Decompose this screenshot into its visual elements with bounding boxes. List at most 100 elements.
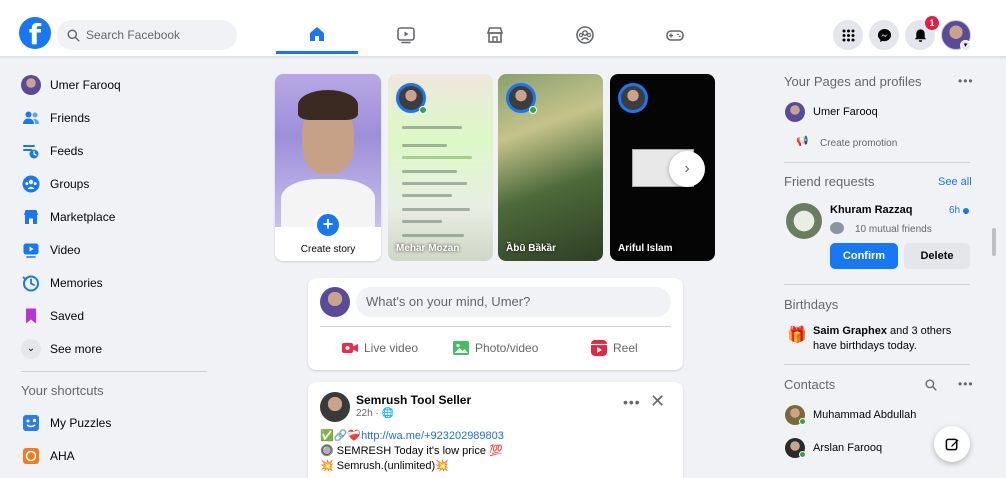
scrollbar-thumb[interactable] bbox=[992, 228, 996, 256]
sidebar-item-label: Memories bbox=[50, 275, 103, 290]
pages-options-icon[interactable]: ••• bbox=[958, 74, 974, 88]
video-tab-icon bbox=[397, 27, 415, 44]
search-icon[interactable] bbox=[925, 379, 937, 391]
sidebar-item-marketplace[interactable]: Marketplace bbox=[14, 200, 214, 233]
sidebar-item-label: Saved bbox=[50, 308, 85, 323]
friends-icon bbox=[23, 111, 39, 124]
new-message-button[interactable] bbox=[934, 426, 970, 462]
grid-menu-icon bbox=[842, 29, 854, 41]
tab-video[interactable] bbox=[365, 16, 447, 54]
home-icon bbox=[310, 26, 324, 41]
post-composer: What's on your mind, Umer? Live video Ph… bbox=[308, 278, 683, 370]
sidebar-item-label: Groups bbox=[50, 176, 90, 191]
chevron-right-icon: › bbox=[684, 160, 690, 177]
facebook-logo[interactable]: f bbox=[19, 17, 51, 49]
sidebar-item-video[interactable]: Video bbox=[14, 233, 214, 266]
reel-button[interactable]: Reel bbox=[590, 336, 638, 360]
notification-badge: 1 bbox=[925, 16, 939, 30]
gift-icon: 🎁 bbox=[787, 327, 807, 344]
post-link[interactable]: http://wa.me/+923202989803 bbox=[361, 430, 504, 442]
sidebar-divider bbox=[21, 371, 207, 372]
sidebar-item-label: Umer Farooq bbox=[50, 77, 121, 92]
post-time[interactable]: 22h bbox=[356, 408, 373, 419]
search-bar[interactable] bbox=[57, 20, 237, 50]
tab-home[interactable] bbox=[276, 16, 358, 54]
sidebar-item-label: My Puzzles bbox=[50, 415, 112, 430]
post-meta: 22h · 🌐 bbox=[356, 408, 394, 419]
sidebar-item-label: Feeds bbox=[50, 143, 84, 158]
tab-groups[interactable] bbox=[544, 16, 626, 54]
friend-requests-heading: Friend requests bbox=[784, 174, 875, 189]
shortcut-aha[interactable]: AHA bbox=[14, 439, 214, 472]
create-story-card[interactable]: + Create story bbox=[275, 74, 381, 261]
story-card[interactable]: Mehar Mozan bbox=[388, 74, 493, 261]
saved-icon bbox=[26, 308, 36, 323]
memories-icon bbox=[22, 275, 39, 291]
contacts-heading: Contacts bbox=[784, 377, 836, 392]
close-icon[interactable]: ✕ bbox=[650, 391, 665, 412]
story-avatar bbox=[618, 83, 648, 113]
shortcut-my-puzzles[interactable]: My Puzzles bbox=[14, 406, 214, 439]
messenger-icon bbox=[877, 28, 891, 42]
mutual-friends-count: 10 mutual friends bbox=[855, 224, 932, 235]
contacts-options-icon[interactable]: ••• bbox=[958, 377, 974, 391]
account-chevron-down-icon[interactable]: ▾ bbox=[960, 40, 971, 51]
globe-icon: · 🌐 bbox=[375, 408, 395, 419]
composer-avatar[interactable] bbox=[320, 287, 350, 317]
video-icon bbox=[23, 243, 39, 258]
online-indicator bbox=[799, 451, 806, 458]
post-line-3: 💥 Semrush.(unlimited)💥 bbox=[320, 460, 449, 472]
sidebar-item-groups[interactable]: Groups bbox=[14, 167, 214, 200]
story-card[interactable]: Ȁbū Bȁkȁr bbox=[498, 74, 603, 261]
request-name[interactable]: Khuram Razzaq bbox=[830, 204, 913, 216]
create-promotion-link[interactable]: Create promotion bbox=[820, 138, 897, 149]
stories-next-button[interactable]: › bbox=[669, 151, 705, 187]
birthday-name[interactable]: Saim Graphex bbox=[813, 325, 887, 337]
marketplace-tab-icon bbox=[486, 27, 504, 43]
plus-icon[interactable]: + bbox=[314, 211, 342, 239]
sidebar-item-profile[interactable]: Umer Farooq bbox=[14, 68, 214, 101]
contact-name[interactable]: Arslan Farooq bbox=[813, 442, 882, 454]
page-name[interactable]: Umer Farooq bbox=[813, 106, 878, 118]
composer-input[interactable]: What's on your mind, Umer? bbox=[356, 287, 671, 317]
request-time: 6h bbox=[949, 205, 961, 216]
messenger-button[interactable] bbox=[869, 20, 899, 50]
story-author-name: Ȁbū Bȁkȁr bbox=[506, 243, 557, 254]
page-avatar[interactable] bbox=[785, 102, 805, 122]
request-avatar[interactable] bbox=[786, 203, 822, 239]
live-video-button[interactable]: Live video bbox=[341, 336, 418, 360]
compose-icon bbox=[945, 438, 959, 450]
reel-icon bbox=[591, 340, 607, 356]
see-all-link[interactable]: See all bbox=[938, 176, 972, 188]
right-divider bbox=[784, 364, 970, 365]
post-author-avatar[interactable] bbox=[320, 392, 350, 422]
sidebar-item-saved[interactable]: Saved bbox=[14, 299, 214, 332]
photo-icon bbox=[453, 341, 469, 355]
delete-button[interactable]: Delete bbox=[904, 243, 970, 269]
sidebar-item-friends[interactable]: Friends bbox=[14, 101, 214, 134]
tab-gaming[interactable] bbox=[634, 16, 716, 54]
sidebar-item-label: AHA bbox=[50, 448, 75, 463]
birthday-rest: and 3 others bbox=[886, 325, 952, 337]
post-options-icon[interactable]: ••• bbox=[623, 394, 641, 410]
bell-icon bbox=[914, 28, 926, 42]
marketplace-icon bbox=[24, 209, 38, 224]
aha-app-icon bbox=[23, 447, 39, 464]
mutual-friends-avatars bbox=[830, 222, 844, 234]
post-author-name[interactable]: Semrush Tool Seller bbox=[356, 393, 471, 407]
search-icon bbox=[67, 28, 80, 42]
story-author-name: Mehar Mozan bbox=[396, 243, 460, 254]
sidebar-item-memories[interactable]: Memories bbox=[14, 266, 214, 299]
live-video-icon bbox=[342, 343, 358, 353]
tab-marketplace[interactable] bbox=[454, 16, 536, 54]
sidebar-item-see-more[interactable]: ⌄ See more bbox=[14, 332, 214, 365]
contact-name[interactable]: Muhammad Abdullah bbox=[813, 409, 916, 421]
menu-button[interactable] bbox=[833, 20, 863, 50]
shortcuts-heading: Your shortcuts bbox=[21, 383, 104, 398]
confirm-button[interactable]: Confirm bbox=[830, 243, 898, 269]
sidebar-item-label: Marketplace bbox=[50, 209, 116, 224]
search-input[interactable] bbox=[86, 28, 226, 42]
birthdays-heading: Birthdays bbox=[784, 297, 839, 312]
photo-video-button[interactable]: Photo/video bbox=[452, 336, 538, 360]
sidebar-item-feeds[interactable]: Feeds bbox=[14, 134, 214, 167]
